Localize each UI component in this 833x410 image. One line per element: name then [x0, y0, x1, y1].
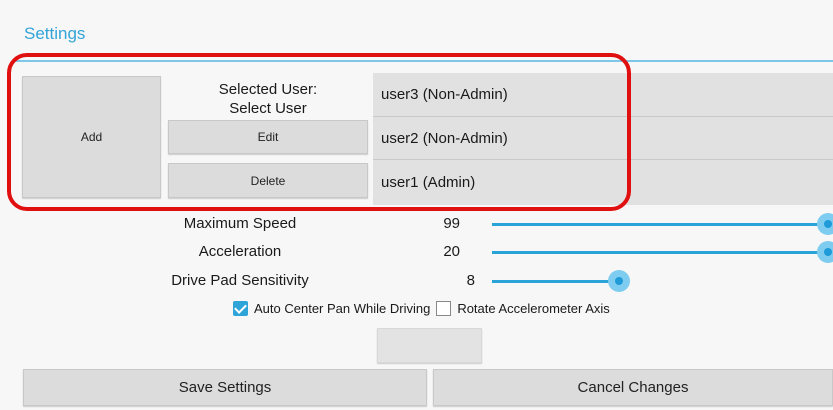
auto-center-label: Auto Center Pan While Driving — [254, 301, 431, 316]
drive-pad-sensitivity-thumb[interactable] — [608, 270, 630, 292]
selected-user-heading: Selected User: Select User — [168, 80, 368, 118]
max-speed-value: 99 — [443, 215, 460, 232]
acceleration-value: 20 — [443, 243, 460, 260]
max-speed-thumb[interactable] — [817, 213, 833, 235]
rotate-accelerometer-label: Rotate Accelerometer Axis — [457, 301, 610, 316]
user-list: user3 (Non-Admin) user2 (Non-Admin) user… — [373, 73, 833, 205]
user-list-item[interactable]: user1 (Admin) — [373, 160, 833, 205]
drive-pad-sensitivity-value: 8 — [466, 272, 475, 289]
auto-center-checkbox[interactable] — [233, 301, 248, 316]
drive-pad-sensitivity-label: Drive Pad Sensitivity — [171, 272, 309, 289]
delete-user-button[interactable]: Delete — [168, 163, 368, 198]
acceleration-thumb[interactable] — [817, 241, 833, 263]
max-speed-label: Maximum Speed — [183, 215, 297, 232]
user-list-item[interactable]: user2 (Non-Admin) — [373, 117, 833, 160]
edit-user-button[interactable]: Edit — [168, 120, 368, 154]
blank-button[interactable] — [377, 328, 482, 363]
selected-user-label: Selected User: — [218, 81, 318, 98]
acceleration-track[interactable] — [492, 251, 833, 254]
save-settings-button[interactable]: Save Settings — [23, 369, 427, 406]
rotate-accelerometer-checkbox[interactable] — [436, 301, 452, 316]
acceleration-label: Acceleration — [198, 243, 282, 260]
max-speed-track[interactable] — [492, 223, 833, 226]
cancel-changes-button[interactable]: Cancel Changes — [433, 369, 833, 406]
selected-user-value: Select User — [229, 100, 307, 117]
add-user-button[interactable]: Add — [22, 76, 161, 198]
user-list-item[interactable]: user3 (Non-Admin) — [373, 73, 833, 117]
auto-center-pan-option[interactable]: Auto Center Pan While Driving Rotate Acc… — [233, 301, 610, 316]
settings-title: Settings — [24, 24, 86, 43]
drive-pad-sensitivity-track[interactable] — [492, 280, 620, 283]
title-divider — [14, 60, 833, 62]
